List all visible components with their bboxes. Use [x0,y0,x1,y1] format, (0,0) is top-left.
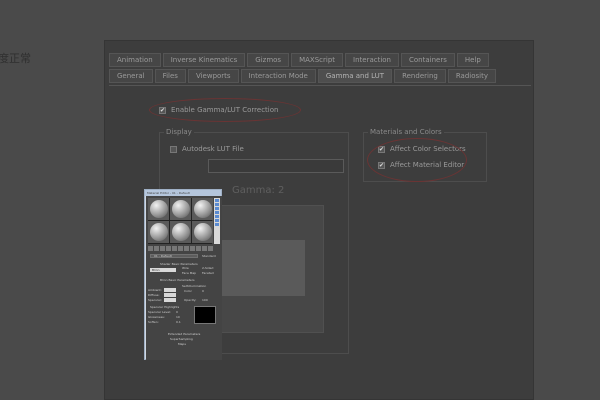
uv-tiling-icon[interactable] [215,211,219,214]
put-to-scene-icon[interactable] [154,246,159,251]
backlight-icon[interactable] [215,203,219,206]
shader-type-value: Blinn [152,268,160,272]
lut-file-label: Autodesk LUT File [182,145,244,153]
assign-material-icon[interactable] [160,246,165,251]
diffuse-label: Diffuse: [148,293,160,297]
material-sphere [194,223,212,241]
sample-slot[interactable] [192,198,213,220]
display-group-title: Display [164,128,194,136]
material-sphere [172,223,190,241]
tab-maxscript[interactable]: MAXScript [291,53,344,67]
sample-slots [148,198,213,244]
material-editor-window: Material Editor - 01 - Default 01 - Defa… [144,189,222,360]
self-illumination-label: Self-Illumination [182,284,207,288]
background-icon[interactable] [215,207,219,210]
specular-highlights-label: Specular Highlights [150,305,180,309]
tab-rendering[interactable]: Rendering [394,69,446,83]
gamma-preview-box [206,205,324,333]
gamma-value-label: Gamma: 2 [232,185,285,196]
tab-gizmos[interactable]: Gizmos [247,53,290,67]
show-map-icon[interactable] [196,246,201,251]
diffuse-color-swatch[interactable] [164,293,176,297]
highlight-curve-graph [194,306,216,324]
extended-parameters-rollout[interactable]: Extended Parameters [168,332,200,336]
specular-level-value[interactable]: 0 [176,310,178,314]
soften-label: Soften: [148,320,159,324]
material-type-button[interactable]: Standard [202,254,216,258]
specular-label: Specular: [148,298,163,302]
glossiness-label: Glossiness: [148,315,165,319]
tab-row-bottom: General Files Viewports Interaction Mode… [109,69,498,83]
face-map-option[interactable]: Face Map [182,271,196,275]
tab-interaction[interactable]: Interaction [345,53,399,67]
make-preview-icon[interactable] [215,219,219,222]
material-name-text: 01 - Default [154,254,172,258]
faceted-option[interactable]: Faceted [202,271,214,275]
get-material-icon[interactable] [148,246,153,251]
shader-basic-rollout[interactable]: Shader Basic Parameters [160,262,198,266]
supersampling-rollout[interactable]: SuperSampling [170,337,193,341]
sample-slot[interactable] [148,221,169,243]
sample-slot[interactable] [170,198,191,220]
go-to-parent-icon[interactable] [208,246,213,251]
gamma-preview-center [219,240,305,296]
opacity-value[interactable]: 100 [202,298,208,302]
options-icon[interactable] [215,223,219,226]
slot-options-toolbar [214,198,220,244]
material-sphere [194,200,212,218]
highlight-ellipse-enable [149,98,301,122]
lut-file-option[interactable]: Autodesk LUT File [170,145,244,153]
tab-inverse-kinematics[interactable]: Inverse Kinematics [162,53,246,67]
tab-animation[interactable]: Animation [109,53,161,67]
color-value[interactable]: 0 [202,289,204,293]
lut-file-path-field[interactable] [208,159,344,173]
material-sphere [150,223,168,241]
blinn-basic-rollout[interactable]: Blinn Basic Parameters [160,278,195,282]
lut-file-checkbox[interactable] [170,145,177,153]
sample-slot[interactable] [148,198,169,220]
sample-type-icon[interactable] [215,199,219,202]
tab-help[interactable]: Help [456,53,489,67]
two-sided-option[interactable]: 2-Sided [202,266,213,270]
materials-colors-title: Materials and Colors [368,128,444,136]
ambient-color-swatch[interactable] [164,288,176,292]
color-label: Color [184,289,192,293]
tab-interaction-mode[interactable]: Interaction Mode [240,69,316,83]
tab-viewports[interactable]: Viewports [187,69,239,83]
video-check-icon[interactable] [215,215,219,218]
highlight-ellipse-materials [367,138,467,182]
specular-color-swatch[interactable] [164,298,176,302]
specular-level-label: Specular Level: [148,310,171,314]
sample-slot[interactable] [170,221,191,243]
tab-general[interactable]: General [109,69,153,83]
glossiness-value[interactable]: 10 [176,315,180,319]
material-sphere [172,200,190,218]
soften-value[interactable]: 0.1 [176,320,181,324]
material-toolbar [148,246,220,252]
tab-row-top: Animation Inverse Kinematics Gizmos MAXS… [109,53,491,67]
material-editor-body: 01 - Default Standard Shader Basic Param… [146,196,222,360]
make-unique-icon[interactable] [178,246,183,251]
maps-rollout[interactable]: Maps [178,342,186,346]
material-id-icon[interactable] [190,246,195,251]
put-to-library-icon[interactable] [184,246,189,251]
copy-material-icon[interactable] [172,246,177,251]
tab-radiosity[interactable]: Radiosity [447,69,496,83]
opacity-label: Opacity: [184,298,197,302]
show-end-result-icon[interactable] [202,246,207,251]
reset-map-icon[interactable] [166,246,171,251]
sample-slot[interactable] [192,221,213,243]
tab-files[interactable]: Files [154,69,186,83]
tab-containers[interactable]: Containers [401,53,455,67]
tab-gamma-and-lut[interactable]: Gamma and LUT [317,69,393,83]
material-sphere [150,200,168,218]
page-side-text: 度正常 [0,52,31,65]
wire-option[interactable]: Wire [182,266,189,270]
ambient-label: Ambient: [148,288,162,292]
